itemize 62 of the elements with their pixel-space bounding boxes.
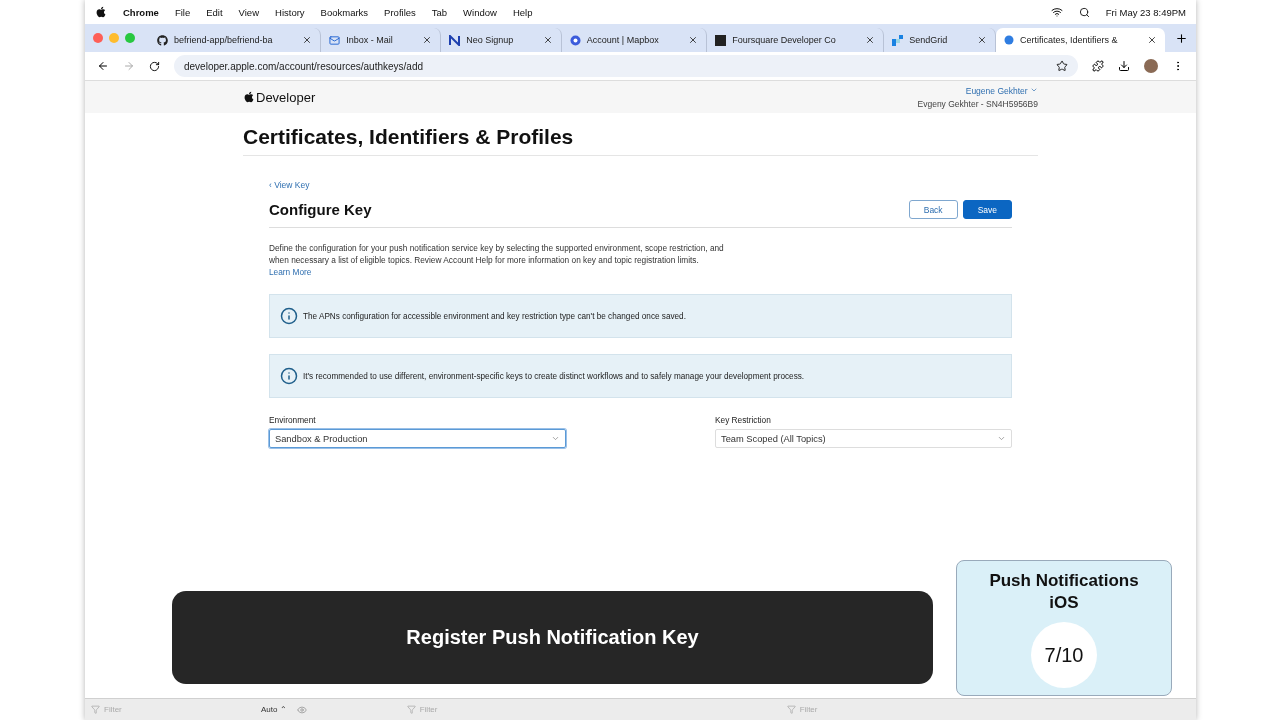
- square-logo-icon: [715, 34, 727, 46]
- close-icon[interactable]: [302, 35, 313, 45]
- page-title: Certificates, Identifiers & Profiles: [243, 125, 1038, 156]
- close-icon[interactable]: [422, 35, 433, 45]
- view-key-link[interactable]: ‹ View Key: [269, 180, 1012, 190]
- section-title: Configure Key: [269, 201, 372, 218]
- menu-item[interactable]: Help: [512, 6, 533, 18]
- progress-counter: 7/10: [1031, 622, 1097, 688]
- clock: Fri May 23 8:49PM: [1105, 6, 1186, 18]
- menu-item[interactable]: Bookmarks: [320, 6, 369, 18]
- save-button[interactable]: Save: [962, 200, 1012, 219]
- developer-logo[interactable]: Developer: [243, 89, 316, 105]
- menu-item[interactable]: File: [174, 6, 191, 18]
- blocks-logo-icon: [892, 34, 904, 46]
- user-menu[interactable]: Eugene Gekhter: [965, 85, 1038, 96]
- menu-item[interactable]: History: [275, 6, 305, 18]
- field-label: Key Restriction: [715, 415, 772, 425]
- extensions-icon[interactable]: [1092, 60, 1104, 72]
- close-icon[interactable]: [976, 35, 987, 45]
- filter-icon: [406, 705, 416, 714]
- caption-banner: Register Push Notification Key: [172, 591, 933, 684]
- info-icon: [280, 307, 298, 325]
- close-icon[interactable]: [865, 35, 876, 45]
- back-button[interactable]: Back: [908, 200, 958, 219]
- back-icon[interactable]: [97, 60, 109, 72]
- team-name: Evgeny Gekhter - SN4H5956B9: [917, 98, 1038, 109]
- notice-text: It's recommended to use different, environment-specific keys to create distinct workflows and to safely manage your development process.: [303, 371, 805, 381]
- select-field[interactable]: Sandbox & Production: [269, 429, 566, 448]
- menu-item[interactable]: Profiles: [384, 6, 416, 18]
- learn-more-link[interactable]: Learn More: [269, 267, 312, 277]
- menu-item[interactable]: View: [238, 6, 259, 18]
- n-logo-icon: [449, 34, 461, 46]
- browser-tab[interactable]: Certificates, Identifiers &: [995, 28, 1165, 52]
- wifi-icon[interactable]: [1050, 6, 1063, 18]
- address-bar[interactable]: developer.apple.com/account/resources/authkeys/add: [174, 55, 1078, 77]
- close-icon[interactable]: [1147, 35, 1157, 45]
- lesson-title: Push Notifications iOS: [988, 570, 1140, 614]
- close-icon[interactable]: [688, 35, 699, 45]
- info-icon: [280, 367, 298, 385]
- filter-icon: [786, 705, 796, 714]
- avatar-icon[interactable]: [1144, 59, 1158, 73]
- notice-text: The APNs configuration for accessible environment and key restriction type can't be changed once saved.: [303, 311, 686, 321]
- select-field[interactable]: Team Scoped (All Topics): [715, 429, 1012, 448]
- filter-icon: [91, 705, 100, 714]
- download-icon[interactable]: [1118, 60, 1130, 72]
- github-icon: [157, 34, 168, 46]
- mail-icon: [329, 34, 341, 46]
- globe-icon: [1003, 35, 1014, 45]
- search-icon[interactable]: [1078, 6, 1090, 18]
- close-icon[interactable]: [542, 35, 553, 45]
- menu-item[interactable]: Edit: [206, 6, 223, 18]
- circle-logo-icon: [569, 34, 581, 46]
- field-label: Environment: [269, 415, 317, 425]
- menu-item[interactable]: Window: [463, 6, 497, 18]
- apple-menu-icon[interactable]: [95, 6, 107, 18]
- bookmark-star-icon[interactable]: [1056, 60, 1068, 72]
- description: Define the configuration for your push notification service key by selecting the supported environment, scope restriction, and when necessary a list of eligible topics. Review Account Help for more information on key and topic registration limits. Learn More: [269, 242, 725, 278]
- menu-item[interactable]: Tab: [431, 6, 448, 18]
- app-menu[interactable]: Chrome: [123, 6, 159, 18]
- new-tab-icon[interactable]: [1175, 31, 1188, 45]
- mode-selector[interactable]: Auto ⌃: [261, 705, 287, 714]
- reload-icon[interactable]: [149, 60, 160, 72]
